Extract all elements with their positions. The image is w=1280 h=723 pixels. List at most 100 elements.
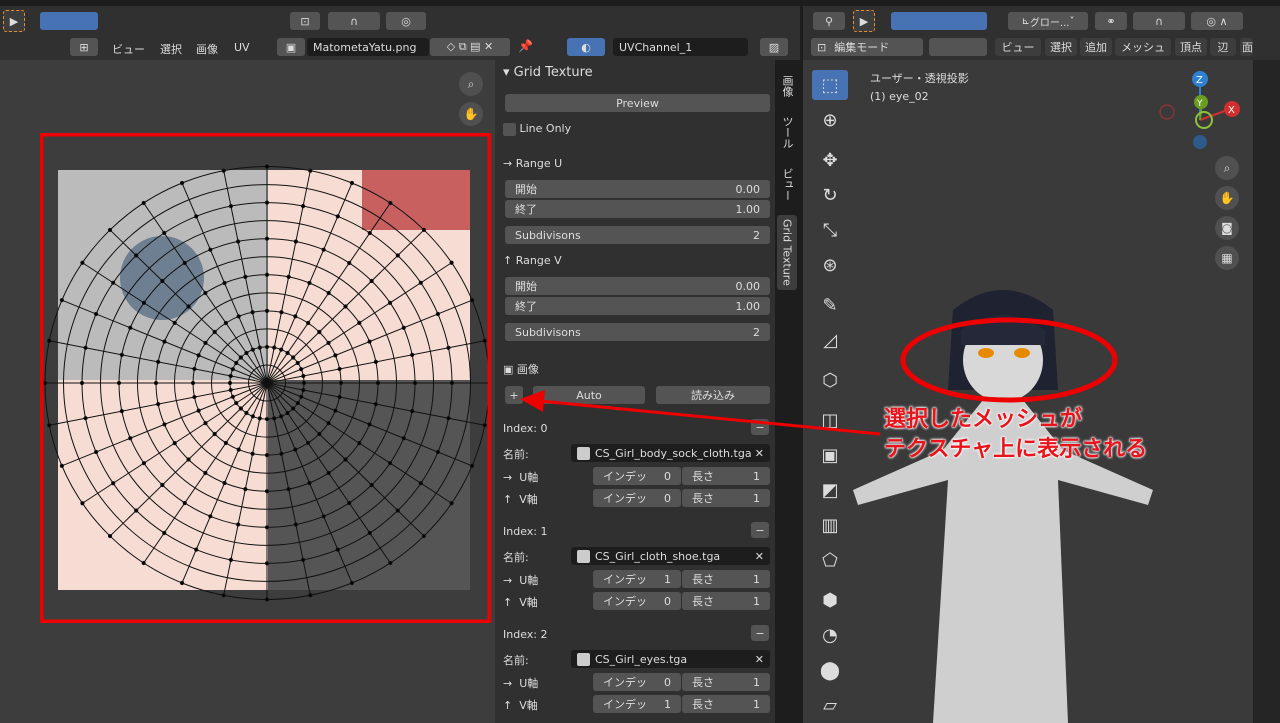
snap-button[interactable]: ∩: [1133, 12, 1185, 30]
image-name-field[interactable]: MatometaYatu.png: [307, 38, 429, 56]
sidebar-tab[interactable]: ツール: [777, 108, 797, 156]
add-button[interactable]: +: [505, 386, 523, 404]
remove-button[interactable]: −: [751, 419, 769, 435]
display-button[interactable]: ▨: [760, 38, 788, 56]
select-mode-buttons[interactable]: [891, 12, 987, 30]
shear-tool[interactable]: ▱: [812, 690, 848, 720]
camera-icon[interactable]: ◙: [1215, 216, 1239, 240]
menu-image[interactable]: 画像: [196, 41, 218, 57]
line-only-checkbox[interactable]: Line Only: [503, 122, 571, 136]
menu-uv[interactable]: UV: [234, 41, 250, 54]
select-tool-button[interactable]: ▶: [3, 10, 25, 32]
menu-select[interactable]: 選択: [160, 41, 182, 57]
select-tool-button[interactable]: ▶: [853, 10, 875, 32]
v-index-field[interactable]: インデッ 0: [593, 592, 681, 610]
bevel-tool[interactable]: ◩: [812, 475, 848, 505]
transform-gizmo-button[interactable]: ⚲: [813, 12, 845, 30]
sidebar-tab[interactable]: Grid Texture: [777, 215, 797, 290]
sticky-select-button[interactable]: ⊞: [70, 38, 98, 56]
move-tool[interactable]: ✥: [812, 145, 848, 175]
uv-texture-view[interactable]: [40, 133, 491, 623]
uv-map-field[interactable]: UVChannel_1: [613, 38, 748, 56]
hand-icon[interactable]: ✋: [1215, 186, 1239, 210]
u-index-field[interactable]: インデッ 0: [593, 467, 681, 485]
measure-tool[interactable]: ◿: [812, 325, 848, 355]
extrude-tool[interactable]: ◫: [812, 405, 848, 435]
viewport-menu[interactable]: 辺: [1210, 38, 1236, 56]
orientation-dropdown[interactable]: ⊾ グロー... ˅: [1008, 12, 1088, 30]
scale-tool[interactable]: ⤡: [812, 215, 848, 245]
v-index-field[interactable]: インデッ 0: [593, 489, 681, 507]
v-length-field[interactable]: 長さ 1: [682, 592, 770, 610]
viewport-menu[interactable]: 面: [1240, 38, 1253, 56]
viewport-menu[interactable]: ビュー: [995, 38, 1041, 56]
viewport-canvas[interactable]: ユーザー・透視投影 (1) eye_02 Z Y X ⬚ ⊕ ✥ ↻ ⤡ ⊛ ✎…: [803, 60, 1253, 723]
proportional-button[interactable]: ◎: [386, 12, 426, 30]
preview-button[interactable]: Preview: [505, 94, 770, 112]
range-u-start[interactable]: 開始 0.00: [505, 180, 770, 198]
image-actions[interactable]: ◇ ⧉ ▤ ✕: [430, 38, 510, 56]
u-length-field[interactable]: 長さ 1: [682, 673, 770, 691]
texture-file-field[interactable]: CS_Girl_body_sock_cloth.tga ✕: [571, 444, 770, 462]
pivot-button[interactable]: ⊡: [290, 12, 320, 30]
range-v-start[interactable]: 開始 0.00: [505, 277, 770, 295]
loop-cut-tool[interactable]: ▥: [812, 510, 848, 540]
rotate-tool[interactable]: ↻: [812, 180, 848, 210]
viewport-menu[interactable]: 選択: [1045, 38, 1077, 56]
hand-icon[interactable]: ✋: [459, 102, 483, 126]
select-mode-buttons[interactable]: [40, 12, 98, 30]
u-length-field[interactable]: 長さ 1: [682, 570, 770, 588]
texture-file-field[interactable]: CS_Girl_eyes.tga ✕: [571, 650, 770, 668]
knife-tool[interactable]: ⬠: [812, 545, 848, 575]
v-length-field[interactable]: 長さ 1: [682, 489, 770, 507]
inset-tool[interactable]: ▣: [812, 440, 848, 470]
zoom-icon[interactable]: ⌕: [1215, 156, 1239, 180]
range-u-subdiv[interactable]: Subdivisons 2: [505, 226, 770, 244]
clear-icon[interactable]: ✕: [755, 550, 764, 563]
select-box-tool[interactable]: ⬚: [812, 70, 848, 100]
image-browse-button[interactable]: ▣: [277, 38, 305, 56]
snap-button[interactable]: ∩: [328, 12, 380, 30]
clear-icon[interactable]: ✕: [755, 653, 764, 666]
load-label: 読み込み: [691, 389, 735, 402]
v-length-field[interactable]: 長さ 1: [682, 695, 770, 713]
load-button[interactable]: 読み込み: [656, 386, 770, 404]
menu-view[interactable]: ビュー: [112, 41, 145, 57]
spin-tool[interactable]: ◔: [812, 620, 848, 650]
range-v-subdiv[interactable]: Subdivisons 2: [505, 323, 770, 341]
pin-icon[interactable]: 📌: [518, 39, 533, 53]
viewport-menu[interactable]: 頂点: [1175, 38, 1207, 56]
zoom-icon[interactable]: ⌕: [459, 72, 483, 96]
uv-vertex: [83, 416, 88, 421]
add-cube-tool[interactable]: ⬡: [812, 365, 848, 395]
poly-build-tool[interactable]: ⬢: [812, 585, 848, 615]
proportional-button[interactable]: ◎ ∧: [1191, 12, 1243, 30]
viewport-menu[interactable]: 追加: [1080, 38, 1112, 56]
range-v-end[interactable]: 終了 1.00: [505, 297, 770, 315]
select-element-buttons[interactable]: [929, 38, 987, 56]
sidebar-tab[interactable]: 画像: [777, 68, 797, 104]
texture-file-field[interactable]: CS_Girl_cloth_shoe.tga ✕: [571, 547, 770, 565]
viewport-menu[interactable]: メッシュ: [1115, 38, 1171, 56]
u-index-field[interactable]: インデッ 0: [593, 673, 681, 691]
range-u-end[interactable]: 終了 1.00: [505, 200, 770, 218]
pivot-button[interactable]: ⚭: [1095, 12, 1127, 30]
smooth-tool[interactable]: ⬤: [812, 655, 848, 685]
remove-button[interactable]: −: [751, 625, 769, 641]
clear-icon[interactable]: ✕: [755, 447, 764, 460]
v-index-field[interactable]: インデッ 1: [593, 695, 681, 713]
uv-sync-button[interactable]: ◐: [567, 38, 605, 56]
grid-icon[interactable]: ▦: [1215, 246, 1239, 270]
u-length-field[interactable]: 長さ 1: [682, 467, 770, 485]
transform-tool[interactable]: ⊛: [812, 250, 848, 280]
auto-button[interactable]: Auto: [533, 386, 645, 404]
mode-dropdown[interactable]: ⊡ 編集モード: [811, 38, 923, 56]
annotate-tool[interactable]: ✎: [812, 290, 848, 320]
uv-vertex: [449, 501, 454, 506]
uv-canvas[interactable]: ⌕ ✋: [0, 60, 495, 723]
u-index-field[interactable]: インデッ 1: [593, 570, 681, 588]
panel-title[interactable]: ▾ Grid Texture: [503, 65, 593, 80]
remove-button[interactable]: −: [751, 522, 769, 538]
cursor-tool[interactable]: ⊕: [812, 105, 848, 135]
sidebar-tab[interactable]: ビュー: [777, 160, 797, 208]
